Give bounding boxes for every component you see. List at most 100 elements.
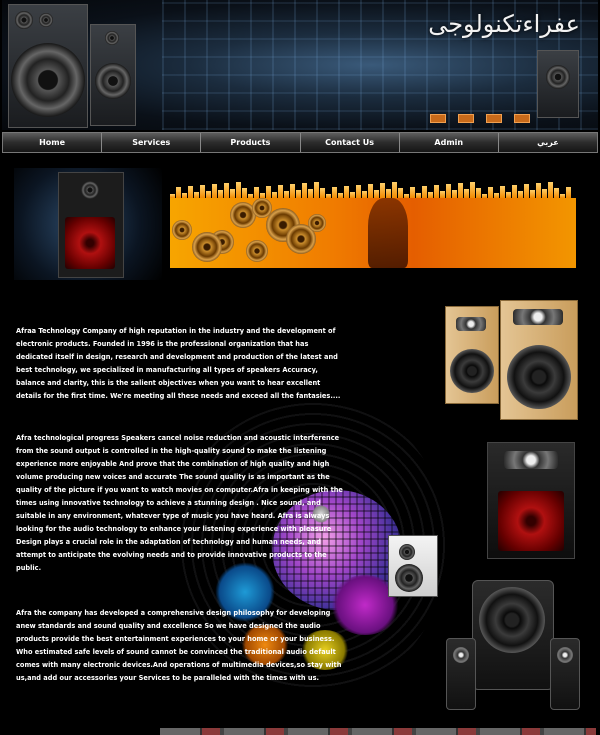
equalizer-bar [290,184,295,198]
speaker-woofer-icon [395,564,423,592]
equalizer-bar [272,192,277,198]
equalizer-bar [176,187,181,198]
equalizer-bar [416,193,421,198]
equalizer-bar [380,183,385,198]
equalizer-bar [218,190,223,198]
equalizer-bar [194,192,199,198]
equalizer-bar [488,187,493,198]
equalizer-bar [554,188,559,198]
technology-paragraph: Afra technological progress Speakers can… [16,434,343,572]
equalizer-bar [476,188,481,198]
speaker-horn-icon [456,317,486,331]
equalizer-bar [170,194,175,198]
equalizer-bar [440,191,445,198]
equalizer-bar [434,185,439,198]
speaker-woofer-icon [450,349,494,393]
satellite-speaker-left [446,638,476,710]
equalizer-bar [518,191,523,198]
wooden-speaker-left [445,306,499,404]
nav-item-admin[interactable]: Admin [400,133,499,152]
equalizer-bar [566,187,571,198]
equalizer-bar [344,186,349,198]
speaker-tweeter-icon [399,544,415,560]
equalizer-bar [248,194,253,198]
equalizer-bar [428,192,433,198]
speaker-tweeter-icon [39,13,53,27]
promo-row [14,168,584,280]
equalizer-bar [392,182,397,198]
equalizer-bar [482,194,487,198]
equalizer-graphic [170,180,576,198]
speaker-woofer-icon [507,345,571,409]
equalizer-bar [410,187,415,198]
site-logo-text: عفراءتكنولوجى [428,10,580,38]
equalizer-bar [404,194,409,198]
equalizer-bar [308,189,313,198]
banner-light-icon [458,114,474,123]
equalizer-bar [350,192,355,198]
dancer-silhouette [368,198,408,268]
equalizer-bar [356,185,361,198]
speaker-cone-icon [246,240,268,262]
equalizer-bar [338,193,343,198]
main-nav: Home Services Products Contact Us Admin … [2,132,598,153]
nav-item-arabic[interactable]: عربي [499,133,597,152]
equalizer-bar [524,184,529,198]
equalizer-bar [530,190,535,198]
equalizer-bar [494,193,499,198]
equalizer-bar [368,184,373,198]
equalizer-bar [182,193,187,198]
equalizer-bar [236,182,241,198]
nav-item-home[interactable]: Home [3,133,103,152]
nav-item-services[interactable]: Services [102,133,202,152]
equalizer-bar [284,191,289,198]
promo-speaker-image [14,168,162,280]
speaker-tweeter-icon [81,181,99,199]
banner-speaker-small [537,50,579,118]
wooden-speaker-right [500,300,578,420]
speaker-tweeter-icon [453,647,469,663]
equalizer-bar [212,184,217,198]
speaker-grille [65,217,115,269]
equalizer-bar [560,194,565,198]
equalizer-bar [506,192,511,198]
equalizer-bar [314,182,319,198]
equalizer-bar [398,188,403,198]
equalizer-bar [302,183,307,198]
speaker-tweeter-icon [557,647,573,663]
equalizer-bar [470,182,475,198]
speaker-horn-icon [513,309,563,325]
nav-item-contact[interactable]: Contact Us [301,133,400,152]
equalizer-bar [548,182,553,198]
equalizer-bar [254,187,259,198]
satellite-speaker-right [550,638,580,710]
equalizer-bar [242,188,247,198]
speaker-woofer-icon [95,63,131,99]
speaker-tweeter-icon [15,11,33,29]
equalizer-bar [200,185,205,198]
equalizer-bar [542,189,547,198]
company-paragraph: Afra the company has developed a compreh… [16,609,342,682]
equalizer-bar [278,185,283,198]
subwoofer-set-photo [444,580,584,715]
equalizer-bar [266,186,271,198]
nav-item-products[interactable]: Products [201,133,301,152]
equalizer-bar [512,185,517,198]
speaker-tweeter-icon [105,31,119,45]
speaker-woofer-icon [546,65,570,89]
equalizer-bar [458,183,463,198]
subwoofer-cabinet [472,580,554,690]
red-speaker-cabinet [58,172,124,278]
equalizer-bar [374,190,379,198]
banner-light-icon [430,114,446,123]
equalizer-bar [188,186,193,198]
equalizer-bar [296,190,301,198]
intro-paragraph: Afraa Technology Company of high reputat… [16,327,341,400]
banner-speaker-left [8,4,88,128]
equalizer-bar [500,186,505,198]
page-frame: عفراءتكنولوجى Home Services Products Con… [0,0,600,735]
equalizer-bar [446,184,451,198]
bottom-thumbnail-strip [160,728,596,735]
collage-speaker [388,535,438,597]
equalizer-bar [206,191,211,198]
